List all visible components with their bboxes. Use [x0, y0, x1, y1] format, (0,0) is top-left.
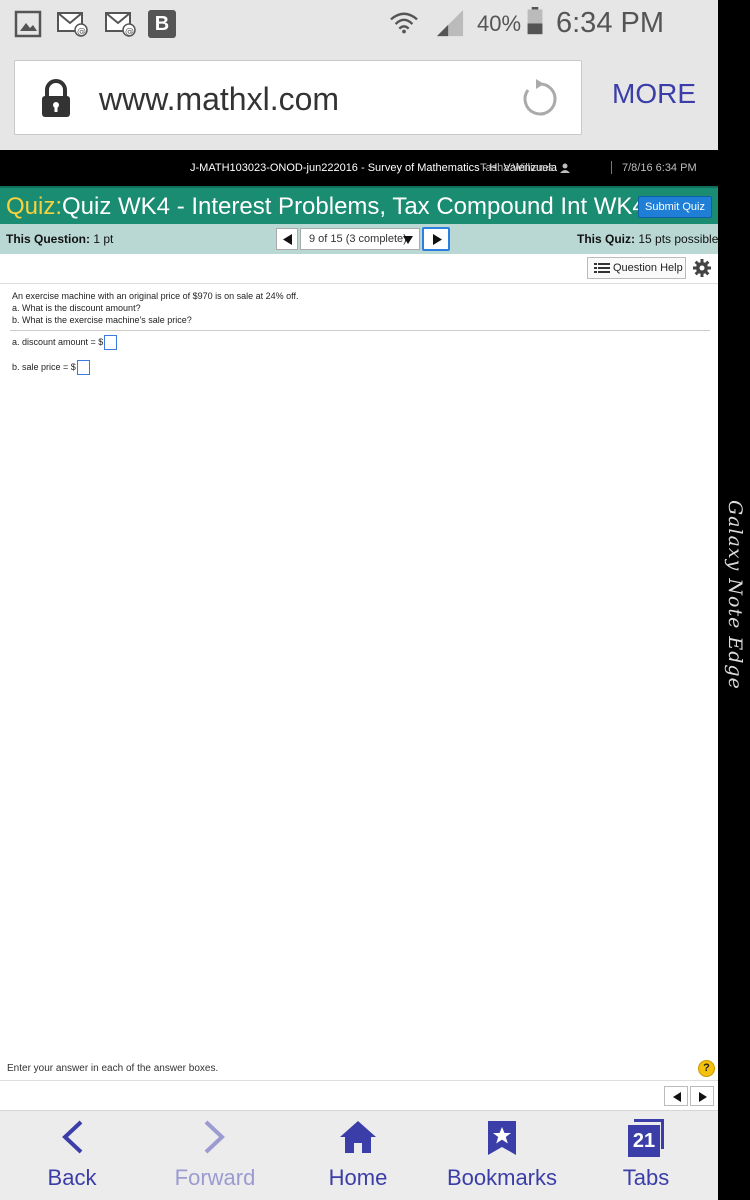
- b-notification-icon: B: [148, 10, 176, 38]
- home-button[interactable]: Home: [308, 1111, 408, 1200]
- submit-quiz-button[interactable]: Submit Quiz: [638, 196, 712, 218]
- lock-icon: [42, 79, 70, 117]
- question-part-b: b. What is the exercise machine's sale p…: [12, 315, 192, 325]
- gear-icon[interactable]: [693, 259, 711, 277]
- status-bar: @ @ B 40% 6:34 PM: [0, 0, 718, 48]
- this-quiz-value: 15 pts possible: [638, 232, 719, 246]
- reload-icon[interactable]: [518, 78, 560, 120]
- screen: @ @ B 40% 6:34 PM www.mathxl.com MORE Ga…: [0, 0, 750, 1200]
- triangle-right-icon: [433, 234, 442, 245]
- sale-price-input[interactable]: [76, 360, 90, 375]
- this-question-label: This Question:: [6, 232, 90, 246]
- quiz-label: Quiz:: [6, 193, 63, 220]
- question-prompt: An exercise machine with an original pri…: [12, 291, 299, 301]
- user-icon: [560, 163, 571, 173]
- answer-a-label: a. discount amount = $: [12, 336, 104, 347]
- edge-branding: Galaxy Note Edge: [724, 500, 746, 690]
- tabs-icon: 21: [626, 1119, 666, 1157]
- question-part-a: a. What is the discount amount?: [12, 303, 141, 313]
- previous-question-button[interactable]: [276, 228, 298, 250]
- tabs-count: 21: [628, 1125, 660, 1157]
- question-text: An exercise machine with an original pri…: [12, 290, 702, 326]
- answer-row-b: b. sale price = $: [12, 360, 90, 375]
- list-icon: [594, 263, 610, 273]
- email-icon: @: [57, 12, 88, 37]
- header-date: 7/8/16 6:34 PM: [622, 162, 697, 174]
- student-name: Tasha Williams: [480, 162, 571, 174]
- pager-previous-button[interactable]: [664, 1086, 688, 1106]
- battery-icon: [527, 7, 543, 35]
- forward-button[interactable]: Forward: [165, 1111, 265, 1200]
- this-question-points: This Question: 1 pt: [6, 232, 113, 246]
- email-icon: @: [105, 12, 136, 37]
- svg-text:@: @: [125, 27, 134, 37]
- help-icon[interactable]: ?: [698, 1060, 715, 1077]
- forward-label: Forward: [174, 1165, 256, 1190]
- home-label: Home: [328, 1165, 388, 1190]
- url-text: www.mathxl.com: [99, 81, 340, 117]
- divider: [0, 283, 718, 284]
- discount-amount-input[interactable]: [104, 335, 118, 350]
- browser-bottom-nav: Back Forward Home Bookmarks 21 Tabs: [0, 1110, 718, 1200]
- question-selector[interactable]: 9 of 15 (3 complete): [300, 228, 420, 250]
- more-button[interactable]: MORE: [612, 78, 696, 110]
- question-position: 9 of 15 (3 complete): [309, 233, 407, 245]
- b-notification-label: B: [154, 13, 170, 35]
- pager-next-button[interactable]: [690, 1086, 714, 1106]
- tabs-button[interactable]: 21 Tabs: [596, 1111, 696, 1200]
- question-help-label: Question Help: [613, 262, 683, 274]
- chevron-right-icon: [204, 1120, 225, 1154]
- wifi-icon: [390, 12, 418, 34]
- back-button[interactable]: Back: [22, 1111, 122, 1200]
- clock: 6:34 PM: [556, 7, 664, 39]
- question-info-bar: This Question: 1 pt 9 of 15 (3 complete)…: [0, 224, 718, 254]
- bookmark-star-icon: [488, 1121, 516, 1155]
- triangle-right-icon: [699, 1092, 707, 1102]
- answer-b-label: b. sale price = $: [12, 361, 76, 372]
- address-bar[interactable]: www.mathxl.com: [14, 60, 582, 135]
- bookmarks-label: Bookmarks: [446, 1165, 558, 1190]
- header-separator: [611, 161, 612, 174]
- course-header: J-MATH103023-ONOD-jun222016 - Survey of …: [0, 150, 718, 186]
- divider: [0, 1080, 718, 1081]
- triangle-left-icon: [283, 234, 292, 245]
- quiz-title-bar: Quiz: Quiz WK4 - Interest Problems, Tax …: [0, 186, 718, 224]
- this-question-value: 1 pt: [93, 232, 114, 246]
- back-label: Back: [47, 1165, 97, 1190]
- signal-icon: [436, 10, 464, 37]
- question-help-button[interactable]: Question Help: [587, 257, 686, 279]
- answer-row-a: a. discount amount = $: [12, 335, 118, 350]
- student-name-label: Tasha Williams: [480, 162, 554, 174]
- battery-percent: 40%: [477, 11, 522, 36]
- browser-toolbar: www.mathxl.com MORE: [0, 48, 718, 150]
- tabs-label: Tabs: [622, 1165, 670, 1190]
- next-question-button[interactable]: [422, 227, 450, 251]
- chevron-left-icon: [62, 1120, 83, 1154]
- divider: [10, 330, 710, 331]
- quiz-title: Quiz WK4 - Interest Problems, Tax Compou…: [62, 193, 646, 220]
- svg-text:@: @: [77, 27, 86, 37]
- this-quiz-label: This Quiz:: [577, 232, 635, 246]
- bookmarks-button[interactable]: Bookmarks: [442, 1111, 562, 1200]
- home-icon: [340, 1121, 376, 1153]
- answer-instruction: Enter your answer in each of the answer …: [7, 1063, 219, 1074]
- triangle-left-icon: [673, 1092, 681, 1102]
- this-quiz-points: This Quiz: 15 pts possible: [577, 232, 718, 246]
- triangle-down-icon: [403, 236, 413, 244]
- gallery-icon: [14, 10, 42, 38]
